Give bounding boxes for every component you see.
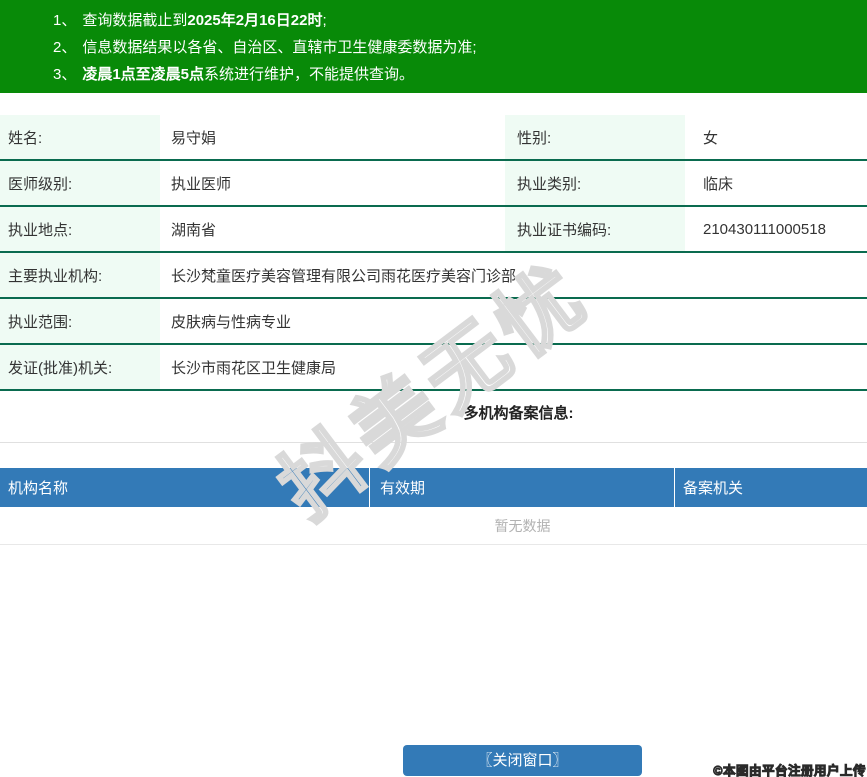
close-window-button[interactable]: 〖关闭窗口〗 bbox=[403, 745, 642, 776]
notice-line-2: 2、 信息数据结果以各省、自治区、直辖市卫生健康委数据为准; bbox=[53, 34, 857, 61]
value-doctor-level: 执业医师 bbox=[171, 175, 232, 193]
table-row-main-institution: 主要执业机构: 长沙梵童医疗美容管理有限公司雨花医疗美容门诊部 bbox=[0, 253, 867, 299]
backup-record-table: 机构名称 有效期 备案机关 暂无数据 bbox=[0, 468, 867, 545]
column-header-institution-name: 机构名称 bbox=[0, 468, 370, 507]
notice-text: 信息数据结果以各省、自治区、直辖市卫生健康委数据为准; bbox=[82, 39, 477, 56]
label-issuing-authority: 发证(批准)机关: bbox=[0, 345, 160, 389]
table-row-name-gender: 姓名: 易守娟 性别: 女 bbox=[0, 115, 867, 161]
value-main-institution: 长沙梵童医疗美容管理有限公司雨花医疗美容门诊部 bbox=[171, 267, 517, 285]
practitioner-info-table: 姓名: 易守娟 性别: 女 医师级别: 执业医师 执业类别: 临床 执业地点: … bbox=[0, 115, 867, 391]
label-doctor-level: 医师级别: bbox=[0, 161, 160, 205]
value-practice-category: 临床 bbox=[703, 175, 734, 193]
column-header-validity-period: 有效期 bbox=[370, 468, 675, 507]
backup-table-header: 机构名称 有效期 备案机关 bbox=[0, 468, 867, 507]
notice-line-number: 1、 bbox=[53, 12, 77, 29]
label-name: 姓名: bbox=[0, 115, 160, 159]
notice-text-bold: 凌晨1点至凌晨5点 bbox=[82, 66, 205, 83]
value-name: 易守娟 bbox=[171, 129, 217, 147]
label-practice-location: 执业地点: bbox=[0, 207, 160, 251]
label-main-institution: 主要执业机构: bbox=[0, 253, 160, 297]
value-practice-location: 湖南省 bbox=[171, 221, 217, 239]
copyright-text: ©本图由平台注册用户上传 bbox=[713, 764, 866, 777]
license-query-result-page: 1、 查询数据截止到2025年2月16日22时; 2、 信息数据结果以各省、自治区、… bbox=[0, 0, 867, 777]
notice-banner: 1、 查询数据截止到2025年2月16日22时; 2、 信息数据结果以各省、自治区、… bbox=[0, 0, 867, 93]
notice-line-number: 3、 bbox=[53, 66, 77, 83]
multi-institution-heading: 多机构备案信息: bbox=[0, 392, 867, 443]
column-header-record-authority: 备案机关 bbox=[683, 480, 744, 497]
notice-text-bold: 2025年2月16日22时 bbox=[187, 12, 323, 29]
table-row-level-category: 医师级别: 执业医师 执业类别: 临床 bbox=[0, 161, 867, 207]
label-practice-category: 执业类别: bbox=[505, 161, 685, 205]
notice-text: 系统进行维护，不能提供查询。 bbox=[204, 66, 415, 83]
notice-text: ; bbox=[322, 12, 327, 29]
value-practice-scope: 皮肤病与性病专业 bbox=[171, 313, 292, 331]
notice-line-3: 3、 凌晨1点至凌晨5点系统进行维护，不能提供查询。 bbox=[53, 61, 857, 88]
table-row-practice-scope: 执业范围: 皮肤病与性病专业 bbox=[0, 299, 867, 345]
value-issuing-authority: 长沙市雨花区卫生健康局 bbox=[171, 359, 337, 377]
table-row-issuing-authority: 发证(批准)机关: 长沙市雨花区卫生健康局 bbox=[0, 345, 867, 391]
value-certificate-number: 210430111000518 bbox=[703, 220, 826, 238]
notice-text: 查询数据截止到 bbox=[82, 12, 188, 29]
empty-data-row: 暂无数据 bbox=[0, 507, 867, 545]
table-row-location-certno: 执业地点: 湖南省 执业证书编码: 210430111000518 bbox=[0, 207, 867, 253]
notice-line-1: 1、 查询数据截止到2025年2月16日22时; bbox=[53, 7, 857, 34]
value-gender: 女 bbox=[703, 129, 719, 147]
label-gender: 性别: bbox=[505, 115, 685, 159]
label-certificate-number: 执业证书编码: bbox=[505, 207, 685, 251]
notice-line-number: 2、 bbox=[53, 39, 77, 56]
label-practice-scope: 执业范围: bbox=[0, 299, 160, 343]
